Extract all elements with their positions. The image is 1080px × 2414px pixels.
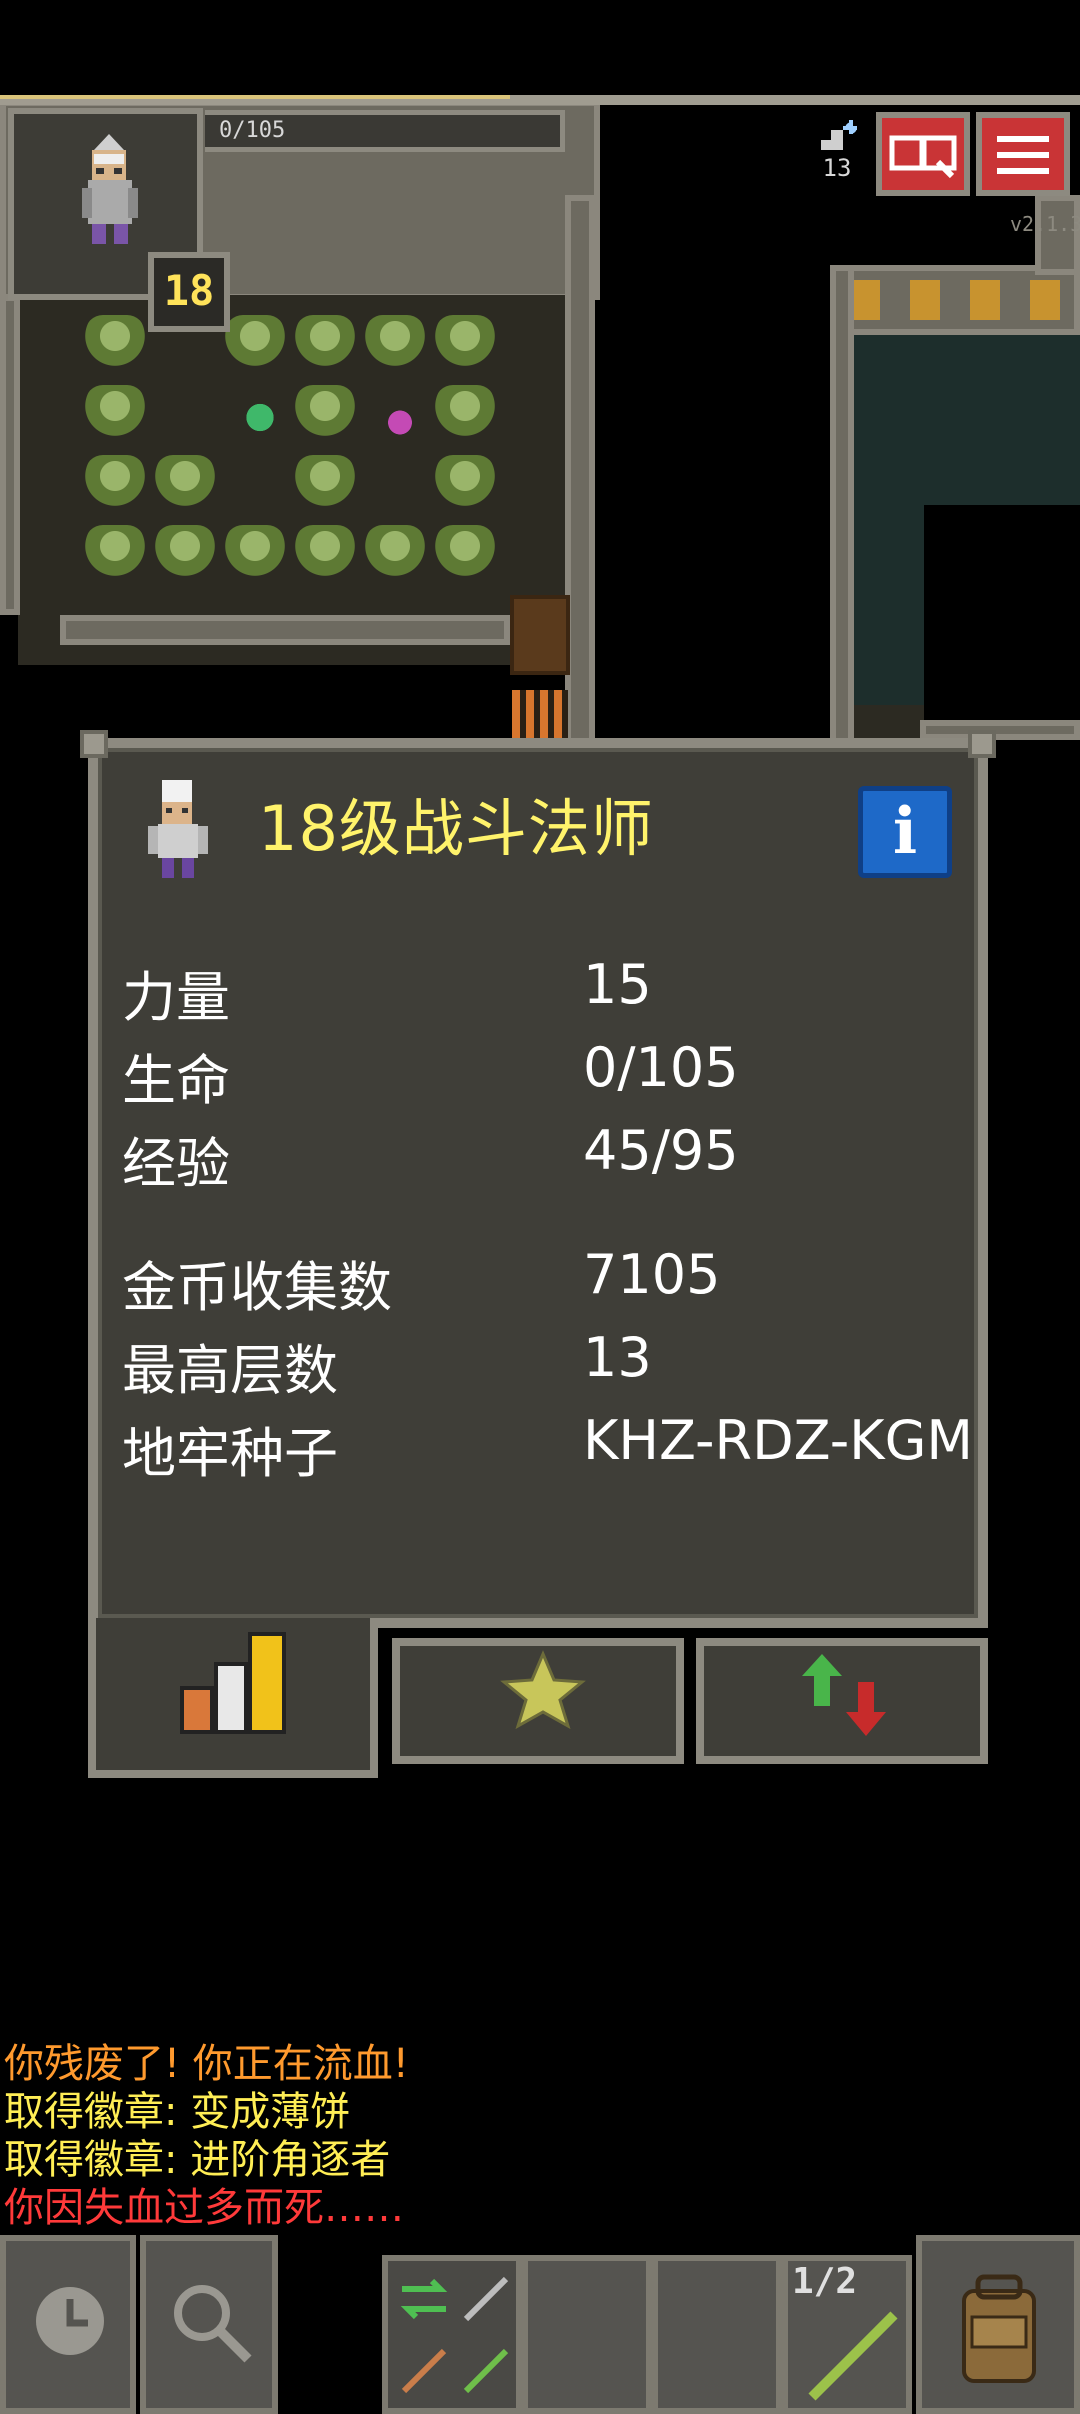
menu-icon: [997, 136, 1049, 174]
health-text: 0/105: [219, 118, 286, 143]
stat-value-gold: 7105: [583, 1243, 721, 1306]
wand-icon: [463, 2348, 509, 2394]
stat-value-strength: 15: [583, 953, 652, 1016]
wand-icon: [463, 2276, 509, 2322]
hero-level-badge: 18: [148, 252, 230, 332]
search-icon: [174, 2285, 252, 2363]
search-button[interactable]: [140, 2235, 278, 2414]
log-line: 你残废了! 你正在流血!: [4, 2041, 409, 2087]
quickslot-2[interactable]: [652, 2255, 782, 2414]
info-icon: i: [892, 794, 918, 869]
backpack-button[interactable]: [916, 2235, 1080, 2414]
journal-icon: [889, 135, 957, 179]
wand-icon: [401, 2348, 447, 2394]
health-bar: 0/105: [205, 110, 565, 152]
tab-items[interactable]: [696, 1638, 988, 1764]
star-icon: [500, 1650, 586, 1730]
stat-label-health: 生命: [122, 1049, 230, 1112]
stat-label-experience: 经验: [122, 1132, 230, 1195]
quickslot-count: 1/2: [792, 2261, 858, 2302]
log-line: 你因失血过多而死……: [4, 2185, 404, 2231]
hero-info-dialog: 18级战斗法师 i 力量 15 生命 0/105 经验 45/95 金币收集数 …: [80, 730, 996, 1628]
backpack-icon: [962, 2274, 1036, 2383]
wait-button[interactable]: [0, 2235, 136, 2414]
stat-label-gold: 金币收集数: [122, 1256, 392, 1319]
message-log: 你残废了! 你正在流血! 取得徽章: 变成薄饼 取得徽章: 进阶角逐者 你因失血…: [4, 2040, 704, 2232]
tab-badges[interactable]: [392, 1638, 684, 1764]
log-line: 取得徽章: 进阶角逐者: [4, 2137, 391, 2183]
wooden-door-icon: [510, 595, 570, 675]
stat-label-max-depth: 最高层数: [122, 1339, 338, 1402]
quickslot-swap-panel[interactable]: [382, 2255, 522, 2414]
menu-button[interactable]: [976, 112, 1070, 196]
grate-icon: [512, 690, 568, 740]
clock-icon: [36, 2287, 104, 2355]
stat-label-seed: 地牢种子: [122, 1422, 338, 1485]
wand-icon: [808, 2311, 898, 2401]
stat-value-health: 0/105: [583, 1036, 739, 1099]
stat-value-seed: KHZ-RDZ-KGM: [583, 1409, 974, 1472]
stairs-icon: [821, 120, 857, 150]
hero-sprite-icon: [82, 134, 138, 244]
journal-button[interactable]: [876, 112, 970, 196]
magenta-plant-icon: [375, 400, 425, 445]
stat-value-max-depth: 13: [583, 1326, 652, 1389]
dialog-title: 18级战斗法师: [258, 792, 654, 865]
depth-number: 13: [822, 154, 852, 182]
stat-label-strength: 力量: [122, 966, 230, 1029]
up-down-arrows-icon: [802, 1654, 886, 1736]
log-line: 取得徽章: 变成薄饼: [4, 2089, 351, 2135]
hero-avatar-icon: [148, 780, 208, 878]
version-label: v2.1.3: [1010, 212, 1080, 236]
experience-bar: [0, 95, 1080, 105]
stat-value-experience: 45/95: [583, 1119, 739, 1182]
bar-chart-icon: [180, 1632, 286, 1734]
quickslot-1[interactable]: [522, 2255, 652, 2414]
tab-stats[interactable]: [88, 1618, 378, 1778]
depth-indicator[interactable]: 13: [812, 120, 862, 182]
herb-plant-icon: [235, 395, 285, 440]
info-button[interactable]: i: [858, 786, 952, 878]
quickslot-3[interactable]: 1/2: [782, 2255, 912, 2414]
swap-icon: [400, 2278, 448, 2320]
